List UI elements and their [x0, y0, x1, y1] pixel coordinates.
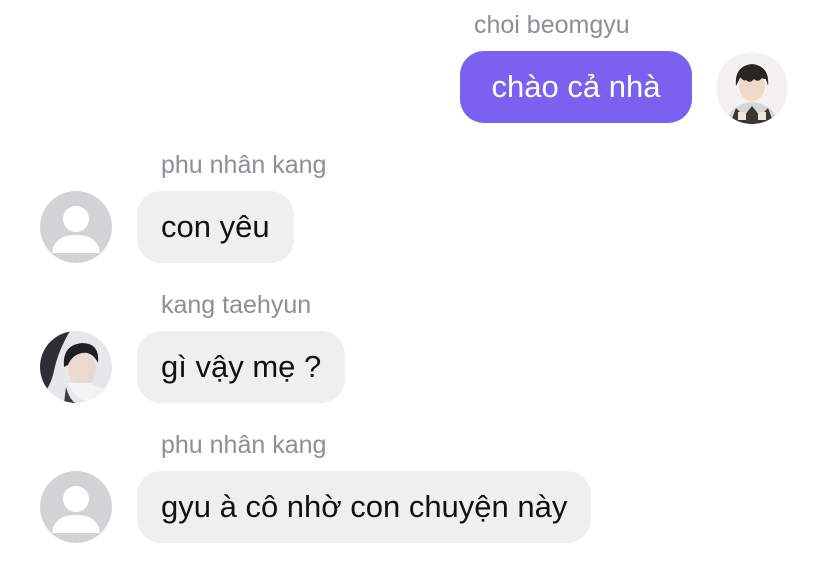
default-user-icon	[40, 471, 112, 543]
message-text: chào cả nhà	[491, 69, 661, 104]
avatar[interactable]	[40, 191, 112, 263]
message-text: gì vậy mẹ ?	[161, 349, 322, 384]
message-bubble[interactable]: gì vậy mẹ ?	[137, 331, 346, 403]
sender-name: kang taehyun	[161, 291, 312, 319]
sender-name: choi beomgyu	[474, 11, 630, 39]
photo-avatar-icon	[40, 331, 112, 403]
message-bubble[interactable]: gyu à cô nhờ con chuyện này	[137, 471, 592, 543]
photo-avatar-icon	[716, 52, 788, 124]
sender-name: phu nhân kang	[161, 151, 327, 179]
avatar[interactable]	[716, 52, 788, 124]
sender-name: phu nhân kang	[161, 431, 327, 459]
default-user-icon	[40, 191, 112, 263]
message-text: con yêu	[161, 209, 270, 244]
avatar[interactable]	[40, 471, 112, 543]
message-bubble[interactable]: con yêu	[137, 191, 294, 263]
message-bubble[interactable]: chào cả nhà	[460, 51, 692, 123]
message-text: gyu à cô nhờ con chuyện này	[161, 489, 568, 524]
avatar[interactable]	[40, 331, 112, 403]
